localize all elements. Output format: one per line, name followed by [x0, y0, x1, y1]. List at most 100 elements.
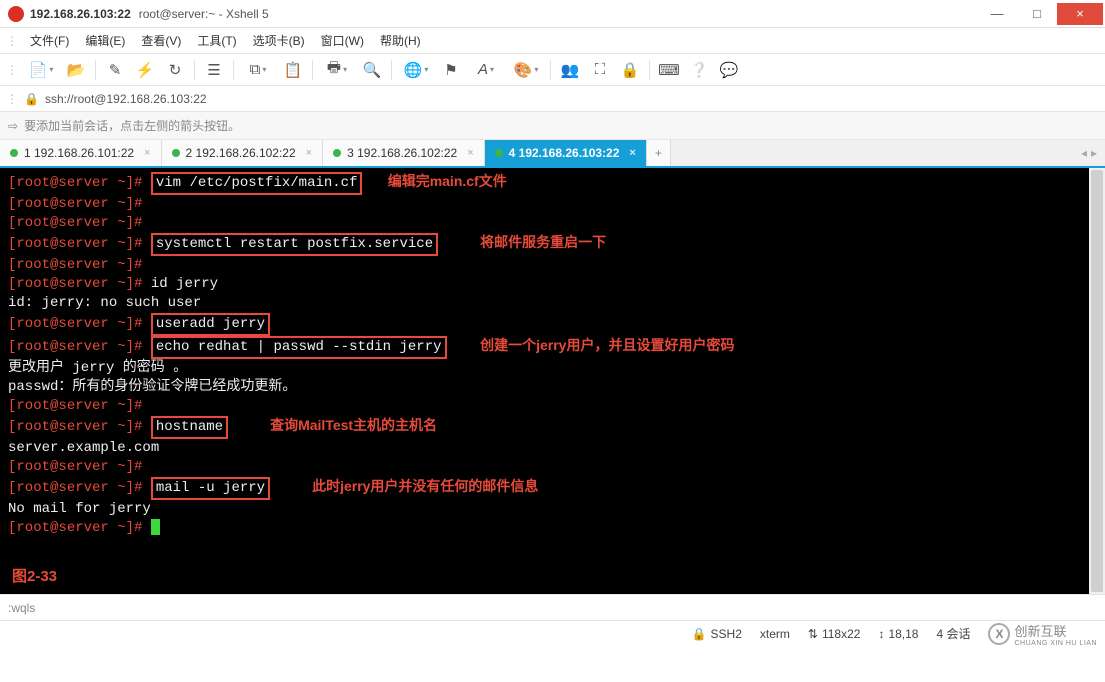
- status-bar: 🔒 SSH2 xterm ⇅ 118x22 ↕ 18,18 4 会话 X 创新互联 C…: [0, 620, 1105, 646]
- paste-icon[interactable]: 📋: [279, 57, 307, 83]
- status-term: xterm: [760, 627, 790, 641]
- flag-icon[interactable]: ⚑: [437, 57, 465, 83]
- address-bar: ⋮ 🔒 ssh://root@192.168.26.103:22: [0, 86, 1105, 112]
- ssh-lock-icon: 🔒: [692, 627, 707, 641]
- brand-sub: CHUANG XIN HU LIAN: [1014, 640, 1097, 647]
- compose-icon[interactable]: ✎: [101, 57, 129, 83]
- brand-main: 创新互联: [1014, 621, 1097, 640]
- figure-label: 图2-33: [12, 567, 57, 586]
- menu-edit[interactable]: 编辑(E): [79, 30, 131, 51]
- tab-label: 3 192.168.26.102:22: [347, 146, 457, 160]
- addr-grip-icon: ⋮: [6, 92, 18, 106]
- search-icon[interactable]: 🔍: [358, 57, 386, 83]
- font-icon[interactable]: A▾: [467, 57, 505, 83]
- tabs-next-icon[interactable]: ▸: [1091, 146, 1097, 160]
- menu-tools[interactable]: 工具(T): [191, 30, 242, 51]
- app-icon: [8, 6, 24, 22]
- cmd-mail: mail -u jerry: [151, 477, 270, 500]
- help-icon[interactable]: ❔: [685, 57, 713, 83]
- cmd-hostname: hostname: [151, 416, 228, 439]
- annot-restart: 将邮件服务重启一下: [480, 234, 606, 250]
- copy-icon[interactable]: ⧉▾: [239, 57, 277, 83]
- tab-label: 2 192.168.26.102:22: [186, 146, 296, 160]
- tabs-nav: ◂ ▸: [1073, 140, 1105, 166]
- globe-icon[interactable]: 🌐▾: [397, 57, 435, 83]
- maximize-button[interactable]: □: [1017, 3, 1057, 25]
- cursor-icon: [151, 519, 160, 535]
- hint-arrow-icon[interactable]: ⇨: [8, 119, 18, 133]
- annot-createuser: 创建一个jerry用户，并且设置好用户密码: [480, 337, 734, 353]
- status-dot-icon: [495, 149, 503, 157]
- annot-maincf: 编辑完main.cf文件: [388, 173, 507, 189]
- cmd-vim: vim /etc/postfix/main.cf: [151, 172, 363, 195]
- hint-bar: ⇨ 要添加当前会话，点击左侧的箭头按钮。: [0, 112, 1105, 140]
- save-lightning-icon[interactable]: ⚡: [131, 57, 159, 83]
- tab-1[interactable]: 1 192.168.26.101:22 ×: [0, 140, 162, 166]
- output-id: id: jerry: no such user: [8, 294, 1097, 313]
- status-sessions: 4 会话: [936, 625, 970, 642]
- tabs-prev-icon[interactable]: ◂: [1081, 146, 1087, 160]
- users-icon[interactable]: 👥: [556, 57, 584, 83]
- session-tabs: 1 192.168.26.101:22 × 2 192.168.26.102:2…: [0, 140, 1105, 168]
- annot-mail: 此时jerry用户并没有任何的邮件信息: [312, 478, 538, 494]
- status-size: 118x22: [822, 627, 860, 641]
- tab-3[interactable]: 3 192.168.26.102:22 ×: [323, 140, 485, 166]
- printer-icon[interactable]: 🖶▾: [318, 57, 356, 83]
- tab-close-icon[interactable]: ×: [144, 147, 150, 159]
- keyboard-icon[interactable]: ⌨: [655, 57, 683, 83]
- tab-close-icon[interactable]: ×: [306, 147, 312, 159]
- properties-icon[interactable]: ☰: [200, 57, 228, 83]
- ssh-lock-icon: 🔒: [24, 92, 39, 106]
- menu-bar: ⋮ 文件(F) 编辑(E) 查看(V) 工具(T) 选项卡(B) 窗口(W) 帮…: [0, 28, 1105, 54]
- menu-help[interactable]: 帮助(H): [374, 30, 427, 51]
- output-passwd2: passwd：所有的身份验证令牌已经成功更新。: [8, 378, 1097, 397]
- hint-text: 要添加当前会话，点击左侧的箭头按钮。: [24, 117, 240, 134]
- tab-4[interactable]: 4 192.168.26.103:22 ×: [485, 140, 647, 166]
- command-input-text: :wqls: [8, 601, 35, 615]
- cmd-id: id jerry: [151, 276, 218, 292]
- cmd-useradd: useradd jerry: [151, 313, 270, 336]
- cmd-restart: systemctl restart postfix.service: [151, 233, 438, 256]
- tab-label: 4 192.168.26.103:22: [509, 146, 620, 160]
- brand-watermark: X 创新互联 CHUANG XIN HU LIAN: [988, 621, 1097, 647]
- window-address: 192.168.26.103:22: [30, 7, 131, 21]
- tab-2[interactable]: 2 192.168.26.102:22 ×: [162, 140, 324, 166]
- status-dot-icon: [172, 149, 180, 157]
- annot-hostname: 查询MailTest主机的主机名: [270, 417, 437, 433]
- output-hostname: server.example.com: [8, 439, 1097, 458]
- palette-icon[interactable]: 🎨▾: [507, 57, 545, 83]
- menu-window[interactable]: 窗口(W): [315, 30, 370, 51]
- menu-file[interactable]: 文件(F): [24, 30, 75, 51]
- status-dot-icon: [10, 149, 18, 157]
- command-input-bar[interactable]: :wqls: [0, 594, 1105, 620]
- terminal[interactable]: [root@server ~]# vim /etc/postfix/main.c…: [0, 168, 1105, 594]
- reconnect-icon[interactable]: ↻: [161, 57, 189, 83]
- lock-icon[interactable]: 🔒: [616, 57, 644, 83]
- tab-label: 1 192.168.26.101:22: [24, 146, 134, 160]
- open-folder-icon[interactable]: 📂: [62, 57, 90, 83]
- tab-add-button[interactable]: +: [647, 140, 671, 166]
- toolbar: ⋮ 📄▾ 📂 ✎ ⚡ ↻ ☰ ⧉▾ 📋 🖶▾ 🔍 🌐▾ ⚑ A▾ 🎨▾ 👥 ⛶ …: [0, 54, 1105, 86]
- menu-tabs[interactable]: 选项卡(B): [247, 30, 311, 51]
- pos-arrows-icon: ↕: [878, 627, 884, 641]
- output-passwd1: 更改用户 jerry 的密码 。: [8, 359, 1097, 378]
- terminal-scrollbar[interactable]: [1089, 168, 1105, 594]
- chat-icon[interactable]: 💬: [715, 57, 743, 83]
- window-title: root@server:~ - Xshell 5: [139, 7, 269, 21]
- status-position: 18,18: [888, 627, 918, 641]
- fullscreen-icon[interactable]: ⛶: [586, 57, 614, 83]
- menu-grip-icon: ⋮: [6, 34, 18, 48]
- close-button[interactable]: ×: [1057, 3, 1103, 25]
- new-doc-icon[interactable]: 📄▾: [22, 57, 60, 83]
- address-url[interactable]: ssh://root@192.168.26.103:22: [45, 92, 207, 106]
- size-arrows-icon: ⇅: [808, 627, 818, 641]
- output-mail: No mail for jerry: [8, 500, 1097, 519]
- toolbar-grip-icon: ⋮: [6, 63, 18, 77]
- tab-close-icon[interactable]: ×: [629, 147, 635, 159]
- tab-close-icon[interactable]: ×: [467, 147, 473, 159]
- brand-logo-icon: X: [988, 623, 1010, 645]
- minimize-button[interactable]: —: [977, 3, 1017, 25]
- status-ssh: SSH2: [711, 627, 742, 641]
- title-bar: 192.168.26.103:22 root@server:~ - Xshell…: [0, 0, 1105, 28]
- menu-view[interactable]: 查看(V): [135, 30, 187, 51]
